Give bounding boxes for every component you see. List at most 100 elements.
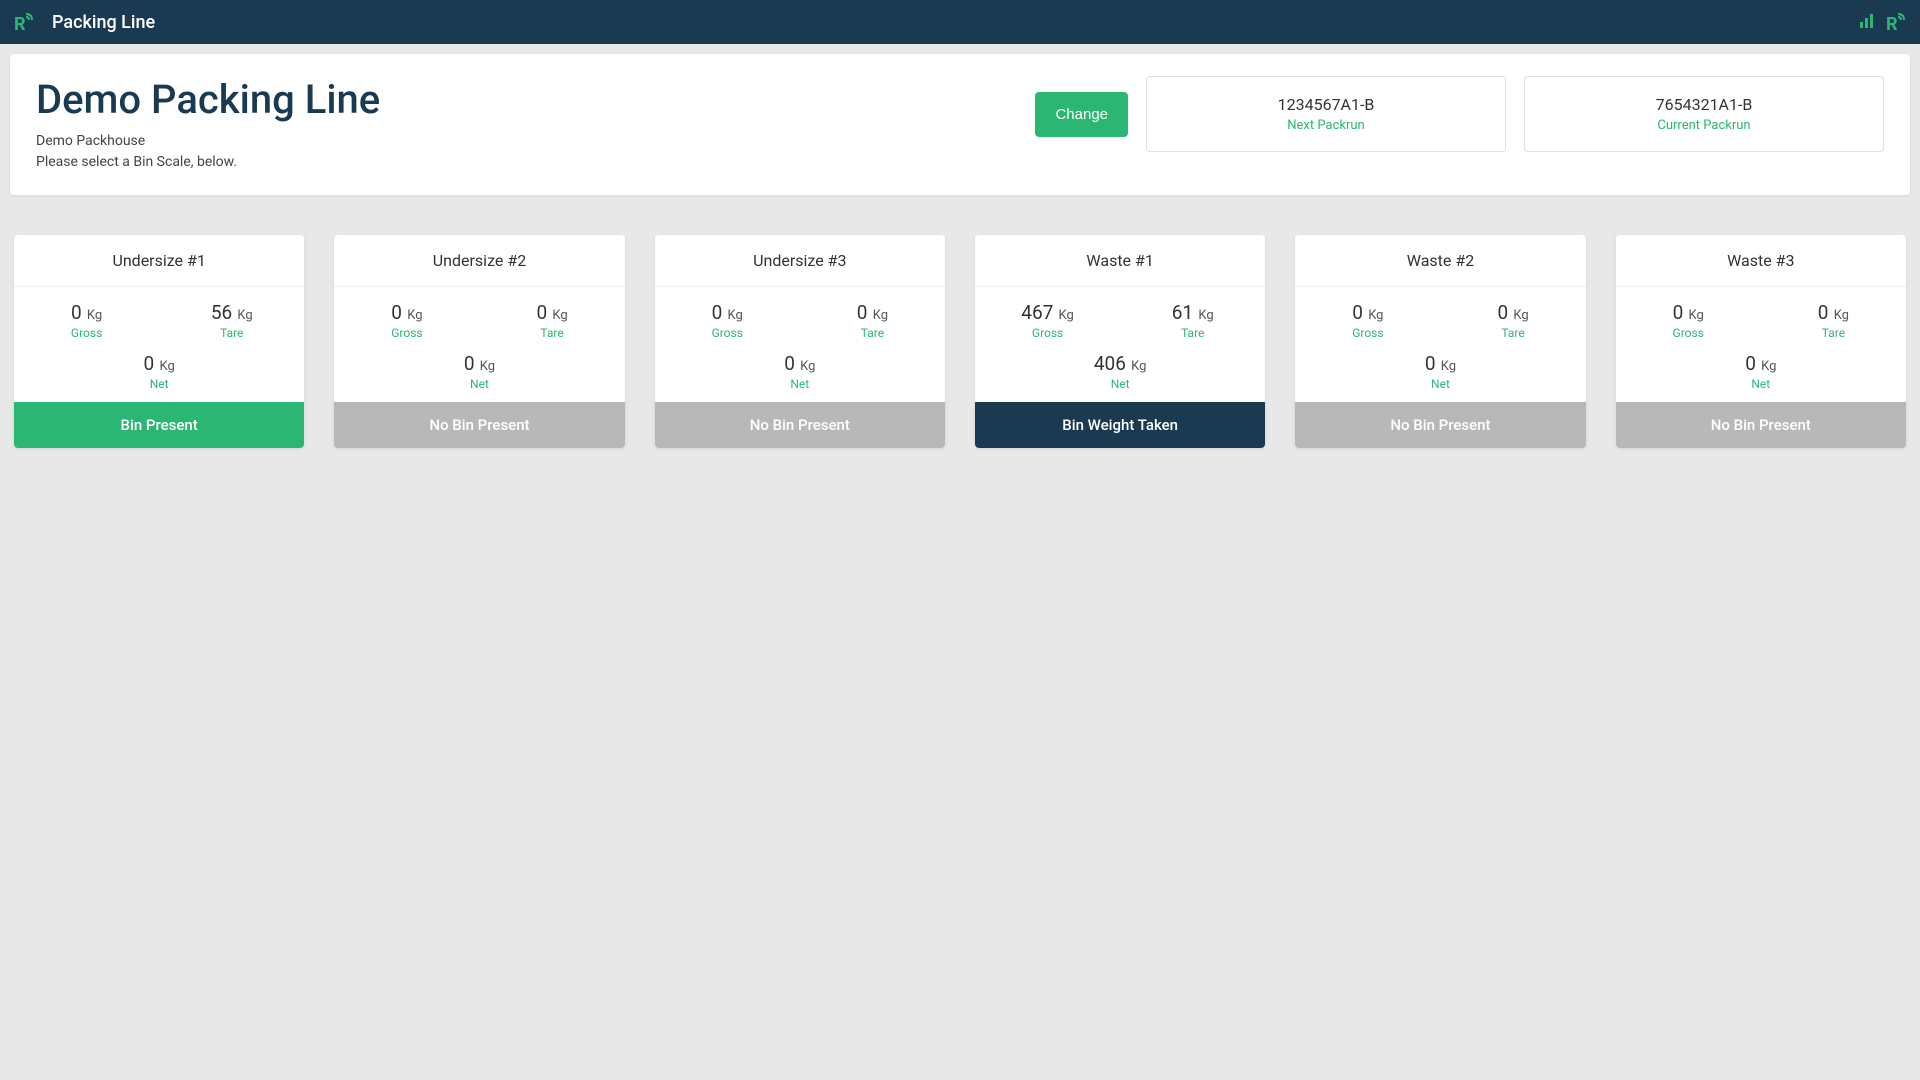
navbar-right: R xyxy=(1860,10,1908,34)
logo-icon: R xyxy=(12,10,36,34)
next-packrun-id: 1234567A1-B xyxy=(1167,95,1485,114)
bin-status: No Bin Present xyxy=(655,402,945,448)
bin-unit: Kg xyxy=(477,359,496,374)
bin-metric-net: 0 KgNet xyxy=(144,352,175,391)
bin-card[interactable]: Waste #30 KgGross0 KgTare0 KgNetNo Bin P… xyxy=(1616,235,1906,448)
bin-card-body: 0 Kg Gross0 KgTare0 Kg Net xyxy=(655,287,945,402)
header-card: Demo Packing Line Demo Packhouse Please … xyxy=(10,54,1910,195)
bin-gross-tare-row: 0 KgGross 0 Kg Tare xyxy=(334,301,624,340)
bin-card-body: 0 KgGross0 KgTare0 KgNet xyxy=(1616,287,1906,402)
bin-metric-net: 0 KgNet xyxy=(464,352,495,391)
bin-metric-label-tare: Tare xyxy=(159,326,304,340)
bin-value-net: 406 xyxy=(1094,352,1126,375)
bin-metric-label-net: Net xyxy=(784,377,815,391)
bin-card[interactable]: Waste #1467 KgGross61 KgTare406 KgNetBin… xyxy=(975,235,1265,448)
bin-unit: Kg xyxy=(724,308,743,323)
bin-value-tare: 0 xyxy=(1818,301,1829,324)
bin-card-title: Undersize #1 xyxy=(14,235,304,287)
bin-value-gross: 0 xyxy=(71,301,82,324)
bin-metric-net: 0 Kg Net xyxy=(1745,352,1776,391)
bin-card[interactable]: Waste #20 KgGross0 KgTare0 KgNetNo Bin P… xyxy=(1295,235,1585,448)
bin-metric-tare: 0 Kg Tare xyxy=(480,301,625,340)
bin-metric-gross: 0 KgGross xyxy=(334,301,479,340)
bin-net-row: 0 Kg Net xyxy=(1295,352,1585,392)
bin-card-title: Waste #1 xyxy=(975,235,1265,287)
bin-unit: Kg xyxy=(1055,308,1074,323)
bin-value-tare: 0 xyxy=(857,301,868,324)
bin-metric-label-gross: Gross xyxy=(1616,326,1761,340)
bin-card-body: 0 KgGross0 Kg Tare0 Kg Net xyxy=(334,287,624,402)
bin-unit: Kg xyxy=(1365,308,1384,323)
bin-net-row: 0 Kg Net xyxy=(655,352,945,392)
bin-metric-label-gross: Gross xyxy=(655,326,800,340)
bin-value-net: 0 xyxy=(1745,352,1756,375)
bin-metric-gross: 0 KgGross xyxy=(655,301,800,340)
bin-unit: Kg xyxy=(869,308,888,323)
bin-metric-net: 0 Kg Net xyxy=(1425,352,1456,391)
bin-card[interactable]: Undersize #20 KgGross0 KgTare0 KgNetNo B… xyxy=(334,235,624,448)
logo-icon-right: R xyxy=(1884,10,1908,34)
bin-net-row: 0 KgNet xyxy=(14,352,304,392)
bin-status: No Bin Present xyxy=(334,402,624,448)
bin-gross-tare-row: 0 Kg Gross0 KgTare xyxy=(655,301,945,340)
bin-value-tare: 0 xyxy=(1497,301,1508,324)
bin-unit: Kg xyxy=(1128,359,1147,374)
bin-value-gross: 467 xyxy=(1021,301,1053,324)
bin-status: Bin Weight Taken xyxy=(975,402,1265,448)
bin-card-title: Undersize #3 xyxy=(655,235,945,287)
change-button[interactable]: Change xyxy=(1035,92,1128,137)
bin-metric-label-gross: Gross xyxy=(1295,326,1440,340)
bin-card[interactable]: Undersize #3 0 Kg Gross0 KgTare0 Kg Net No B… xyxy=(655,235,945,448)
bin-unit: Kg xyxy=(1195,308,1214,323)
bin-card-title: Waste #3 xyxy=(1616,235,1906,287)
bin-metric-gross: 467 KgGross xyxy=(975,301,1120,340)
bin-value-tare: 0 xyxy=(536,301,547,324)
bin-card[interactable]: Undersize #1 0 Kg Gross 56 Kg Tare 0 KgNet Bin… xyxy=(14,235,304,448)
bin-card-body: 0 KgGross0 KgTare0 KgNet xyxy=(1295,287,1585,402)
current-packrun-id: 7654321A1-B xyxy=(1545,95,1863,114)
bin-metric-label-tare: Tare xyxy=(480,326,625,340)
bin-net-row: 0 Kg Net xyxy=(1616,352,1906,392)
bin-metric-label-net: Net xyxy=(464,377,495,391)
main-container: Demo Packing Line Demo Packhouse Please … xyxy=(0,44,1920,458)
bin-value-tare: 56 xyxy=(211,301,232,324)
bin-metric-tare: 0 KgTare xyxy=(1761,301,1906,340)
bin-metric-tare: 0 KgTare xyxy=(800,301,945,340)
navbar-title: Packing Line xyxy=(52,12,155,33)
bin-gross-tare-row: 467 KgGross61 KgTare xyxy=(975,301,1265,340)
bin-unit: Kg xyxy=(1510,308,1529,323)
header-left: Demo Packing Line Demo Packhouse Please … xyxy=(36,76,1035,173)
svg-text:R: R xyxy=(1886,14,1898,34)
bin-metric-label-gross: Gross xyxy=(14,326,159,340)
bin-metric-label-net: Net xyxy=(1745,377,1776,391)
bin-status: Bin Present xyxy=(14,402,304,448)
signal-bars-icon xyxy=(1860,10,1876,34)
next-packrun-label: Next Packrun xyxy=(1167,118,1485,133)
bin-unit: Kg xyxy=(156,359,175,374)
current-packrun-label: Current Packrun xyxy=(1545,118,1863,133)
next-packrun-card[interactable]: 1234567A1-B Next Packrun xyxy=(1146,76,1506,152)
bin-status: No Bin Present xyxy=(1295,402,1585,448)
bin-metric-label-net: Net xyxy=(1425,377,1456,391)
bin-gross-tare-row: 0 KgGross0 KgTare xyxy=(1616,301,1906,340)
bin-value-tare: 61 xyxy=(1172,301,1193,324)
bin-unit: Kg xyxy=(1438,359,1457,374)
bin-metric-label-net: Net xyxy=(1094,377,1147,391)
bin-unit: Kg xyxy=(234,308,253,323)
bin-gross-tare-row: 0 KgGross0 KgTare xyxy=(1295,301,1585,340)
bin-unit: Kg xyxy=(84,308,103,323)
bin-value-net: 0 xyxy=(1425,352,1436,375)
current-packrun-card[interactable]: 7654321A1-B Current Packrun xyxy=(1524,76,1884,152)
svg-text:R: R xyxy=(14,14,26,34)
bin-value-net: 0 xyxy=(784,352,795,375)
bin-metric-label-gross: Gross xyxy=(334,326,479,340)
bins-area: Undersize #10 KgGross56 KgTare0 KgNetBin… xyxy=(10,235,1910,448)
page-subtitle2: Please select a Bin Scale, below. xyxy=(36,152,1035,173)
header-right: Change 1234567A1-B Next Packrun 7654321A… xyxy=(1035,76,1884,152)
bin-unit: Kg xyxy=(549,308,568,323)
bin-metric-gross: 0 KgGross xyxy=(1616,301,1761,340)
bin-unit: Kg xyxy=(1830,308,1849,323)
bin-unit: Kg xyxy=(1758,359,1777,374)
bin-unit: Kg xyxy=(797,359,816,374)
bin-gross-tare-row: 0 Kg Gross 56 Kg Tare xyxy=(14,301,304,340)
